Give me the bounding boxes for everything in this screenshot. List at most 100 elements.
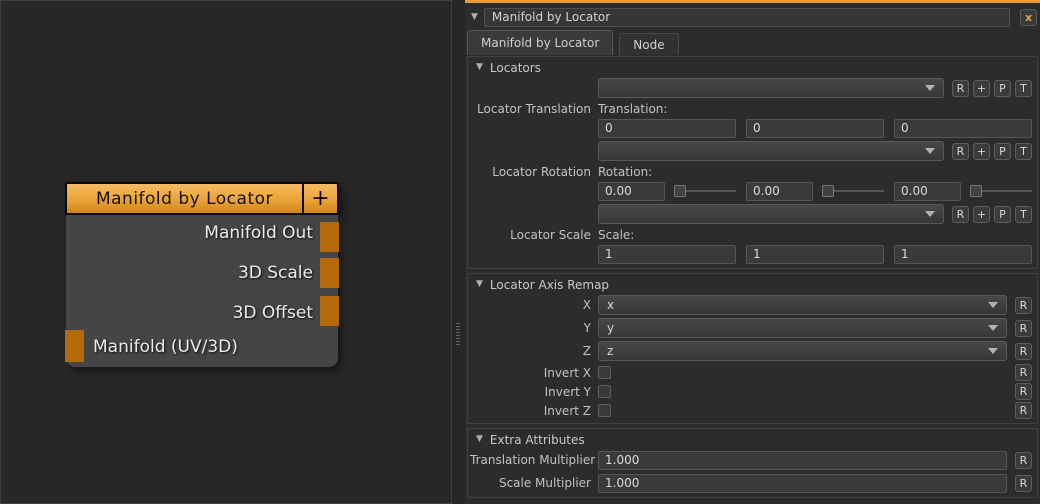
group-locators-header[interactable]: ▼ Locators xyxy=(470,59,1032,76)
collapse-arrow-icon[interactable]: ▼ xyxy=(476,280,483,289)
group-axis-remap: ▼ Locator Axis Remap X x R Y y R xyxy=(467,273,1038,424)
translation-multiplier-row: Translation Multiplier 1.000 R xyxy=(470,450,1032,470)
add-button[interactable]: + xyxy=(973,206,990,223)
locator-translation-dropdown-row: R + P T xyxy=(470,78,1032,98)
p-button[interactable]: P xyxy=(994,143,1011,160)
reset-button[interactable]: R xyxy=(1015,320,1032,337)
locator-translation-label-row: Locator Translation Translation: xyxy=(470,101,1032,116)
manifold-by-locator-node[interactable]: Manifold by Locator + Manifold Out 3D Sc… xyxy=(65,182,339,367)
collapse-arrow-icon[interactable]: ▼ xyxy=(476,63,483,72)
locator-rotation-label: Locator Rotation xyxy=(470,165,598,179)
splitter-grip-icon[interactable] xyxy=(456,323,460,346)
axis-y-dropdown[interactable]: y xyxy=(598,318,1007,338)
axis-y-label: Y xyxy=(470,321,598,335)
input-port-manifold[interactable] xyxy=(65,330,84,362)
slider-handle[interactable] xyxy=(822,185,834,197)
scale-multiplier-row: Scale Multiplier 1.000 R xyxy=(470,473,1032,493)
output-port-manifold-out[interactable] xyxy=(320,222,339,252)
invert-y-row: Invert Y R xyxy=(470,383,1032,400)
axis-z-dropdown[interactable]: z xyxy=(598,341,1007,361)
invert-z-checkbox[interactable] xyxy=(598,404,611,417)
reset-button[interactable]: R xyxy=(952,206,969,223)
reset-button[interactable]: R xyxy=(1015,402,1032,419)
translation-z-field[interactable]: 0 xyxy=(894,119,1032,138)
parameter-buttons: R + P T xyxy=(952,143,1032,160)
slider-handle[interactable] xyxy=(674,185,686,197)
node-header[interactable]: Manifold by Locator + xyxy=(65,182,339,215)
scale-y-field[interactable]: 1 xyxy=(746,245,884,264)
panel-title[interactable]: Manifold by Locator xyxy=(484,8,1010,27)
group-axis-remap-header[interactable]: ▼ Locator Axis Remap xyxy=(470,276,1032,293)
collapse-arrow-icon[interactable]: ▼ xyxy=(476,435,483,444)
port-label-3d-offset: 3D Offset xyxy=(233,303,313,323)
group-locators-title: Locators xyxy=(490,61,541,75)
rotation-z-field[interactable]: 0.00 xyxy=(894,182,961,201)
reset-button[interactable]: R xyxy=(1015,297,1032,314)
close-icon[interactable]: x xyxy=(1020,9,1037,26)
t-button[interactable]: T xyxy=(1015,206,1032,223)
axis-x-dropdown[interactable]: x xyxy=(598,295,1007,315)
invert-x-row: Invert X R xyxy=(470,364,1032,381)
node-graph-pane[interactable]: Manifold by Locator + Manifold Out 3D Sc… xyxy=(0,0,452,504)
chevron-down-icon xyxy=(925,211,935,217)
invert-y-checkbox[interactable] xyxy=(598,385,611,398)
rotation-y-field[interactable]: 0.00 xyxy=(746,182,813,201)
axis-y-row: Y y R xyxy=(470,318,1032,338)
pane-splitter[interactable] xyxy=(452,0,465,504)
rotation-x-slider[interactable] xyxy=(674,185,736,197)
collapse-arrow-icon[interactable]: ▼ xyxy=(471,13,478,22)
translation-y-field[interactable]: 0 xyxy=(746,119,884,138)
scale-x-field[interactable]: 1 xyxy=(598,245,736,264)
reset-button[interactable]: R xyxy=(1015,364,1032,381)
locator-rotation-label-row: Locator Rotation Rotation: xyxy=(470,164,1032,179)
locator-scale-label: Locator Scale xyxy=(470,228,598,242)
reset-button[interactable]: R xyxy=(952,143,969,160)
tab-node[interactable]: Node xyxy=(619,33,678,55)
scale-sublabel: Scale: xyxy=(598,228,634,242)
add-button[interactable]: + xyxy=(973,80,990,97)
output-port-3d-offset[interactable] xyxy=(320,296,339,326)
panel-header: ▼ Manifold by Locator x xyxy=(465,3,1040,28)
panel-body: ▼ Locators R + P T Locator Translation T… xyxy=(465,55,1040,498)
output-port-3d-scale[interactable] xyxy=(320,258,339,288)
p-button[interactable]: P xyxy=(994,80,1011,97)
node-title: Manifold by Locator xyxy=(67,184,302,213)
t-button[interactable]: T xyxy=(1015,80,1032,97)
reset-button[interactable]: R xyxy=(1015,343,1032,360)
locator-scale-dropdown[interactable] xyxy=(598,204,944,224)
port-label-3d-scale: 3D Scale xyxy=(238,263,313,283)
chevron-down-icon xyxy=(988,348,998,354)
locator-translation-values-row: 0 0 0 xyxy=(470,118,1032,138)
tab-manifold-by-locator[interactable]: Manifold by Locator xyxy=(467,30,613,55)
node-body[interactable]: Manifold Out 3D Scale 3D Offset Manifold… xyxy=(66,215,338,367)
invert-z-label: Invert Z xyxy=(470,404,598,418)
translation-multiplier-field[interactable]: 1.000 xyxy=(598,451,1007,470)
reset-button[interactable]: R xyxy=(952,80,969,97)
chevron-down-icon xyxy=(988,325,998,331)
rotation-x-field[interactable]: 0.00 xyxy=(598,182,665,201)
p-button[interactable]: P xyxy=(994,206,1011,223)
translation-x-field[interactable]: 0 xyxy=(598,119,736,138)
locator-translation-dropdown[interactable] xyxy=(598,78,944,98)
invert-x-checkbox[interactable] xyxy=(598,366,611,379)
slider-handle[interactable] xyxy=(970,185,982,197)
locator-rotation-dropdown-row: R + P T xyxy=(470,141,1032,161)
reset-button[interactable]: R xyxy=(1015,452,1032,469)
rotation-y-slider[interactable] xyxy=(822,185,884,197)
axis-z-row: Z z R xyxy=(470,341,1032,361)
locator-scale-dropdown-row: R + P T xyxy=(470,204,1032,224)
port-label-manifold-out: Manifold Out xyxy=(204,223,313,243)
port-label-manifold-input: Manifold (UV/3D) xyxy=(93,337,238,357)
scale-multiplier-field[interactable]: 1.000 xyxy=(598,474,1007,493)
scale-z-field[interactable]: 1 xyxy=(894,245,1032,264)
reset-button[interactable]: R xyxy=(1015,383,1032,400)
locator-rotation-dropdown[interactable] xyxy=(598,141,944,161)
reset-button[interactable]: R xyxy=(1015,475,1032,492)
node-add-button[interactable]: + xyxy=(302,184,337,213)
group-axis-remap-title: Locator Axis Remap xyxy=(490,278,609,292)
t-button[interactable]: T xyxy=(1015,143,1032,160)
rotation-z-slider[interactable] xyxy=(970,185,1032,197)
add-button[interactable]: + xyxy=(973,143,990,160)
rotation-sublabel: Rotation: xyxy=(598,165,652,179)
group-extra-attributes-header[interactable]: ▼ Extra Attributes xyxy=(470,431,1032,448)
